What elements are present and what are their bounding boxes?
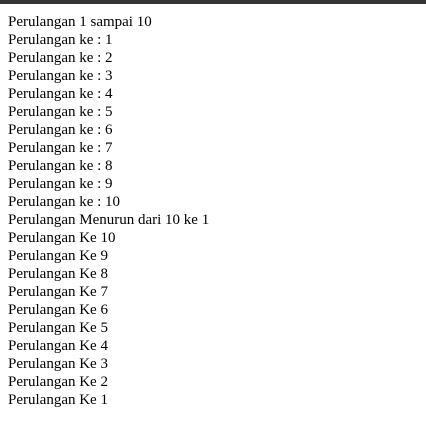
output-line: Perulangan ke : 8: [8, 158, 113, 174]
output-line: Perulangan ke : 9: [8, 176, 113, 192]
page-output: Perulangan 1 sampai 10 Perulangan ke : 1…: [8, 13, 418, 409]
output-line: Perulangan Ke 3: [8, 356, 108, 372]
output-line: Perulangan ke : 6: [8, 122, 113, 138]
output-line: Perulangan ke : 5: [8, 104, 113, 120]
output-line: Perulangan Ke 7: [8, 284, 108, 300]
output-line: Perulangan ke : 4: [8, 86, 113, 102]
output-line: Perulangan Ke 1: [8, 392, 108, 408]
output-line: Perulangan ke : 7: [8, 140, 113, 156]
output-line: Perulangan Ke 10: [8, 230, 116, 246]
output-line: Perulangan ke : 1: [8, 32, 113, 48]
descending-loop-heading: Perulangan Menurun dari 10 ke 1: [8, 212, 210, 228]
output-line: Perulangan ke : 3: [8, 68, 113, 84]
output-line: Perulangan Ke 2: [8, 374, 108, 390]
window-top-border: [0, 0, 426, 4]
output-line: Perulangan Ke 9: [8, 248, 108, 264]
output-line: Perulangan ke : 10: [8, 194, 121, 210]
output-line: Perulangan ke : 2: [8, 50, 113, 66]
output-line: Perulangan Ke 5: [8, 320, 108, 336]
output-line: Perulangan Ke 8: [8, 266, 108, 282]
output-line: Perulangan Ke 4: [8, 338, 108, 354]
ascending-loop-heading: Perulangan 1 sampai 10: [8, 14, 152, 30]
output-line: Perulangan Ke 6: [8, 302, 108, 318]
